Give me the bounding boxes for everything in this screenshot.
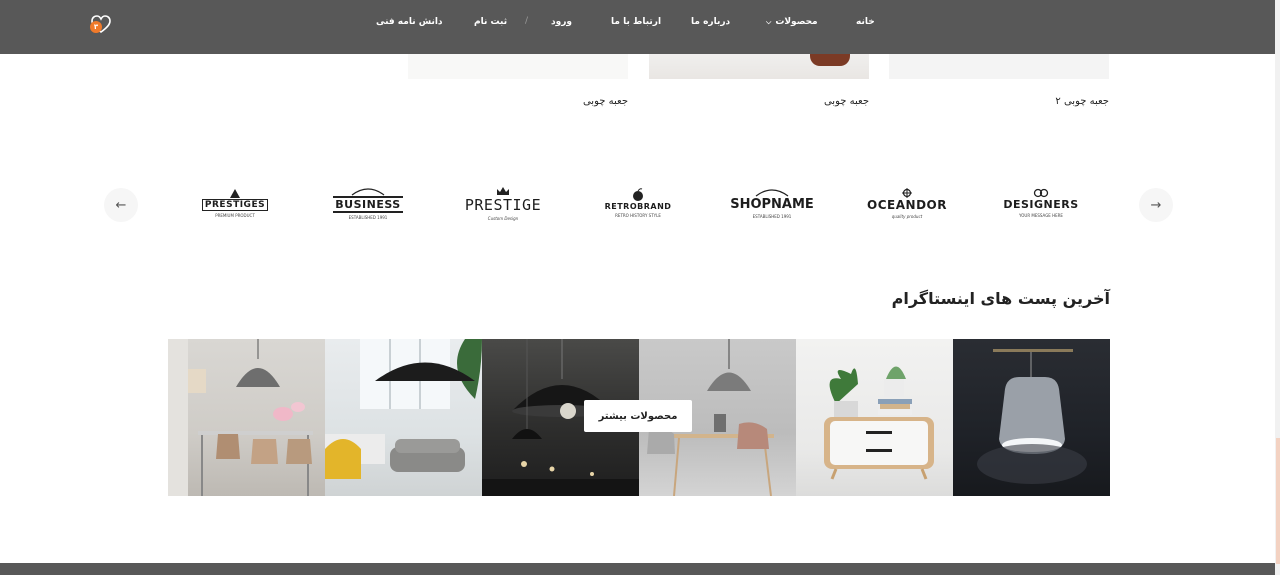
- brand-name: BUSINESS: [333, 196, 403, 213]
- brand-logo[interactable]: BUSINESS ESTABLISHED 1991: [328, 176, 408, 230]
- brand-tagline: Custom Design: [487, 215, 519, 221]
- nav-separator: /: [525, 16, 529, 26]
- brand-logo[interactable]: DESIGNERS YOUR MESSAGE HERE: [1001, 176, 1081, 230]
- product-title[interactable]: جعبه چوبی: [428, 96, 628, 107]
- cart-button[interactable]: ۳: [88, 13, 114, 35]
- carousel-prev-button[interactable]: ←: [104, 188, 138, 222]
- arc-badge-icon: [351, 188, 385, 196]
- ship-wheel-icon: [902, 187, 912, 198]
- main-nav: خانه ⌵ محصولات درباره ما ارتباط با ما ور…: [360, 0, 880, 44]
- more-products-button[interactable]: محصولات بیشتر: [584, 400, 692, 432]
- brand-name: PRESTIGE: [464, 195, 542, 214]
- cart-count-badge: ۳: [90, 21, 102, 33]
- product-title[interactable]: جعبه چوبی ۲: [909, 96, 1109, 107]
- nav-contact[interactable]: ارتباط با ما: [611, 17, 661, 27]
- instagram-section-title: آخرین پست های اینستاگرام: [891, 289, 1110, 308]
- site-header: ۳ خانه ⌵ محصولات درباره ما ارتباط با ما …: [0, 0, 1275, 54]
- nav-products-label: محصولات: [775, 17, 818, 27]
- brand-logo[interactable]: PRESTIGE Custom Design: [463, 176, 543, 230]
- arrow-right-icon: →: [1150, 197, 1162, 213]
- brand-name: SHOPNAME: [730, 197, 814, 212]
- brand-name: DESIGNERS: [1003, 198, 1079, 211]
- apple-icon: [633, 188, 643, 201]
- site-footer: [0, 563, 1275, 575]
- product-image-detail: [810, 54, 850, 66]
- brand-tagline: PREMIUM PRODUCT: [215, 212, 255, 218]
- photo-living-room: [325, 339, 482, 479]
- brand-tagline: quality product: [891, 213, 923, 219]
- brand-tagline: YOUR MESSAGE HERE: [1019, 213, 1063, 218]
- owl-icon: [1033, 188, 1049, 198]
- nav-about[interactable]: درباره ما: [691, 17, 730, 27]
- photo-dining-room: [168, 339, 313, 496]
- brand-tagline: ESTABLISHED 1991: [752, 214, 792, 219]
- product-image[interactable]: [889, 54, 1109, 79]
- instagram-post[interactable]: [953, 339, 1110, 496]
- brand-tagline: RETRO HISTORY STYLE: [615, 213, 661, 218]
- brand-name: OCEANDOR: [867, 197, 947, 212]
- arc-badge-icon: [755, 189, 789, 197]
- brand-name: RETROBRAND: [604, 202, 672, 211]
- carousel-next-button[interactable]: →: [1139, 188, 1173, 222]
- tree-icon: [230, 188, 240, 198]
- scrollbar-thumb[interactable]: [1276, 438, 1280, 564]
- chevron-down-icon: ⌵: [766, 17, 772, 26]
- crown-icon: [497, 186, 509, 195]
- product-title[interactable]: جعبه چوبی: [669, 96, 869, 107]
- nav-technical-wiki[interactable]: دانش نامه فنی: [376, 17, 443, 27]
- brand-logo[interactable]: OCEANDOR quality product: [867, 176, 947, 230]
- arrow-left-icon: ←: [115, 197, 127, 213]
- brand-name: PRESTIGES: [201, 198, 269, 211]
- product-image[interactable]: [408, 54, 628, 79]
- nav-home[interactable]: خانه: [856, 17, 875, 27]
- brand-logo[interactable]: SHOPNAME ESTABLISHED 1991: [730, 176, 814, 230]
- photo-glowing-lamp: [977, 349, 1087, 484]
- brand-tagline: ESTABLISHED 1991: [348, 215, 388, 220]
- photo-sideboard: [824, 366, 934, 480]
- brand-logo[interactable]: RETROBRAND RETRO HISTORY STYLE: [598, 176, 678, 230]
- instagram-post[interactable]: [325, 339, 482, 496]
- nav-login[interactable]: ورود: [551, 17, 572, 27]
- nav-register[interactable]: ثبت نام: [474, 17, 507, 27]
- instagram-post[interactable]: [796, 339, 953, 496]
- instagram-post[interactable]: [168, 339, 325, 496]
- nav-products[interactable]: ⌵ محصولات: [766, 17, 818, 27]
- brand-logo[interactable]: PRESTIGES PREMIUM PRODUCT: [195, 176, 275, 230]
